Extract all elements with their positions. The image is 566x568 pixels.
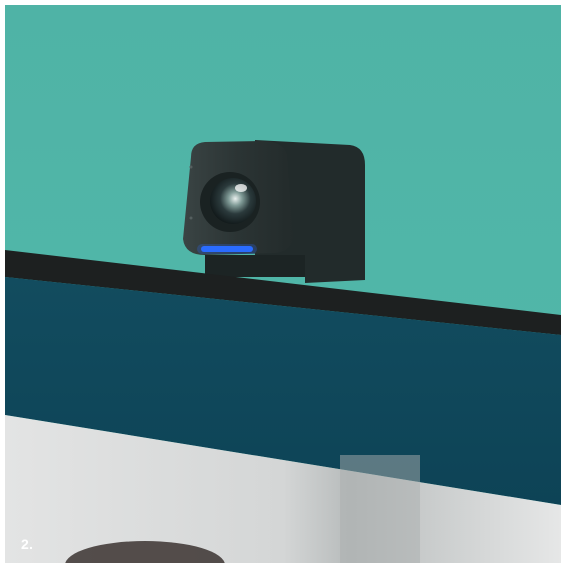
mic-dot-icon — [189, 216, 193, 220]
webcam-photo — [5, 5, 561, 563]
lens-glare — [235, 184, 247, 192]
lens-icon — [210, 178, 256, 224]
mic-dot-icon — [189, 165, 193, 169]
step-number-label: 2. — [21, 536, 34, 552]
image-frame: 2. — [0, 0, 566, 568]
screen-shadow-blur — [340, 455, 420, 563]
webcam-mount — [205, 255, 305, 277]
status-light-glow — [197, 244, 257, 254]
webcam-illustration — [5, 5, 561, 563]
